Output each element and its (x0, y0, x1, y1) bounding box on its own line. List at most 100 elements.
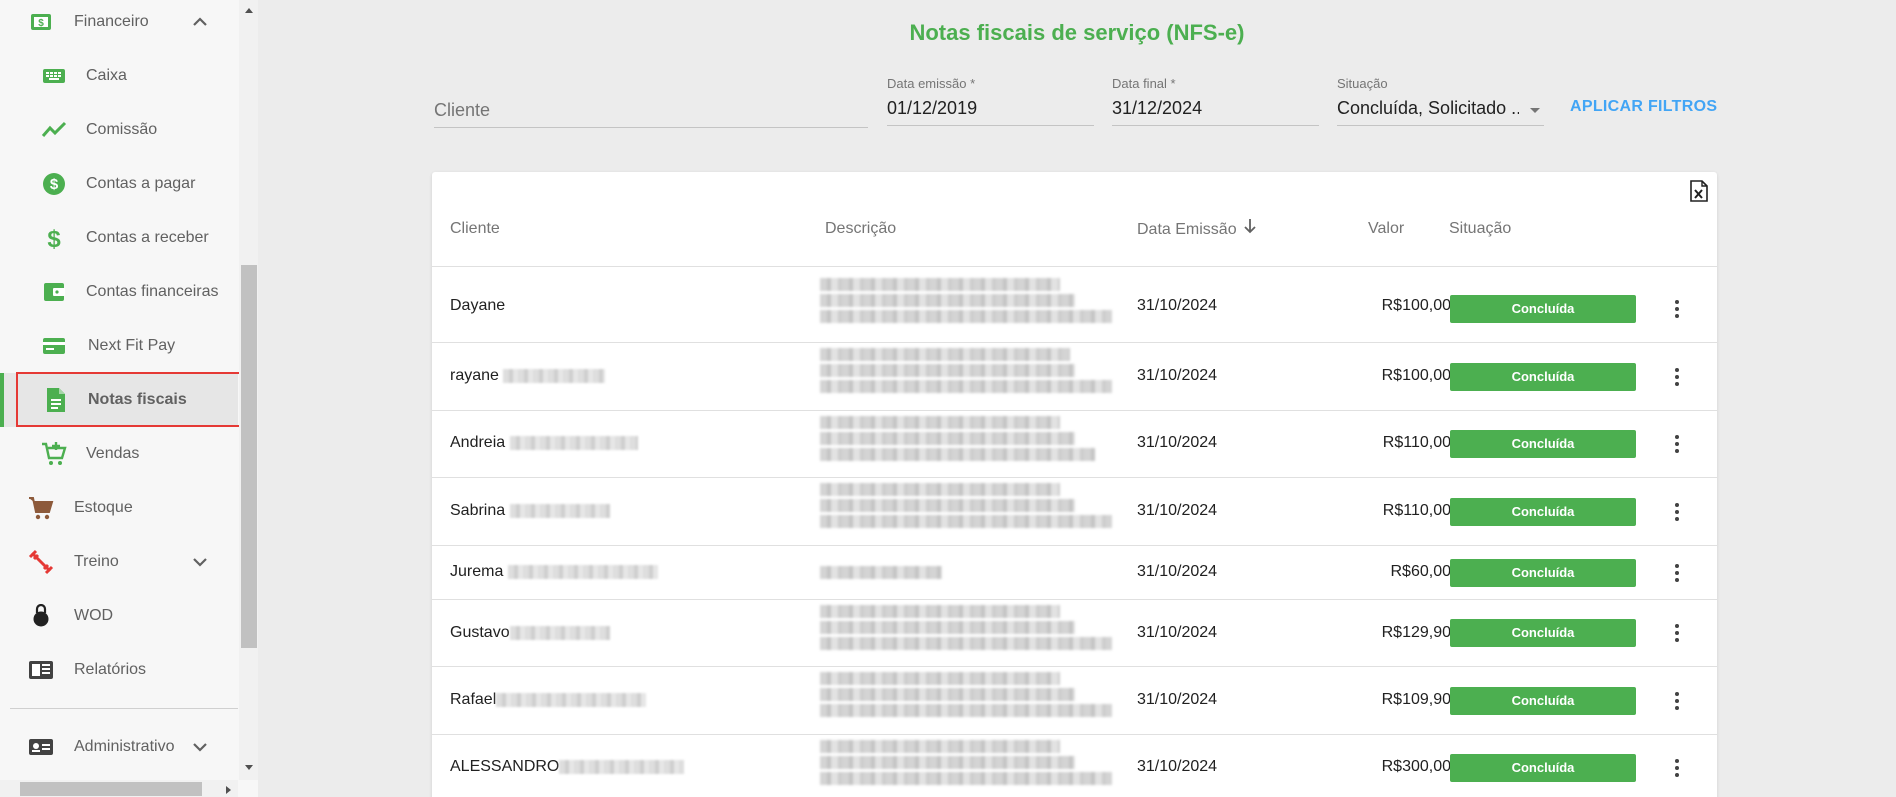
sidebar-menu: $ Financeiro Caixa Comissão $ Contas a p… (0, 0, 238, 780)
scroll-up-arrow-icon[interactable] (242, 4, 256, 16)
chevron-up-icon[interactable] (190, 12, 210, 32)
table-row[interactable]: Rafael 31/10/2024 R$109,90 Concluída (432, 667, 1717, 735)
header-descricao[interactable]: Descrição (825, 220, 896, 238)
wallet-icon (41, 279, 67, 305)
table-row[interactable]: Sabrina 31/10/2024 R$110,00 Concluída (432, 478, 1717, 546)
sidebar-item-contas-a-pagar[interactable]: $ Contas a pagar (0, 157, 238, 211)
data-final-field[interactable]: Data final * 31/12/2024 (1112, 76, 1319, 126)
export-excel-icon[interactable] (1690, 180, 1708, 202)
active-indicator (0, 373, 4, 427)
dumbbell-icon (28, 549, 54, 575)
more-options-icon[interactable] (1671, 298, 1683, 320)
sidebar-item-label: Financeiro (74, 13, 149, 30)
sidebar: $ Financeiro Caixa Comissão $ Contas a p… (0, 0, 258, 797)
chevron-down-icon[interactable] (190, 552, 210, 572)
scroll-right-arrow-icon[interactable] (222, 783, 234, 795)
cart-icon (28, 495, 54, 521)
report-icon (28, 657, 54, 683)
apply-filters-button[interactable]: APLICAR FILTROS (1570, 98, 1717, 116)
more-options-icon[interactable] (1671, 501, 1683, 523)
sidebar-item-label: Contas a receber (86, 229, 209, 246)
table-row[interactable]: Jurema 31/10/2024 R$60,00 Concluída (432, 546, 1717, 600)
data-emissao-value: 01/12/2019 (887, 98, 978, 118)
sidebar-item-financeiro[interactable]: $ Financeiro (0, 0, 238, 49)
data-cell: 31/10/2024 (1137, 691, 1218, 708)
dollar-icon: $ (41, 225, 67, 251)
data-cell: 31/10/2024 (1137, 297, 1218, 314)
header-situacao[interactable]: Situação (1449, 220, 1511, 238)
scroll-down-arrow-icon[interactable] (242, 760, 256, 772)
table-row[interactable]: Dayane 31/10/2024 R$100,00 Concluída (432, 267, 1717, 343)
sidebar-item-relatorios[interactable]: Relatórios (0, 643, 238, 697)
cliente-cell: rayane (450, 367, 606, 385)
cliente-cell: Andreia (450, 434, 638, 452)
more-options-icon[interactable] (1671, 366, 1683, 388)
sidebar-scrollbar-thumb[interactable] (241, 265, 257, 648)
sidebar-item-label: Contas financeiras (86, 283, 219, 300)
sidebar-item-label: WOD (74, 607, 114, 624)
redacted-surname (496, 692, 647, 707)
sidebar-item-label: Estoque (74, 499, 133, 516)
cliente-name: Andreia (450, 434, 506, 451)
sidebar-item-administrativo[interactable]: Administrativo (0, 720, 238, 774)
status-badge: Concluída (1450, 687, 1636, 715)
redacted-surname (509, 435, 638, 450)
table-row[interactable]: Andreia 31/10/2024 R$110,00 Concluída (432, 411, 1717, 478)
cliente-name: Jurema (450, 563, 504, 580)
data-cell: 31/10/2024 (1137, 367, 1218, 384)
sidebar-item-label: Caixa (86, 67, 127, 84)
dollar-circle-icon: $ (41, 171, 67, 197)
more-options-icon[interactable] (1671, 433, 1683, 455)
data-emissao-field[interactable]: Data emissão * 01/12/2019 (887, 76, 1094, 126)
sidebar-item-next-fit-pay[interactable]: Next Fit Pay (0, 319, 238, 373)
data-cell: 31/10/2024 (1137, 502, 1218, 519)
data-cell: 31/10/2024 (1137, 758, 1218, 775)
sidebar-item-vendas[interactable]: Vendas (0, 427, 238, 481)
status-badge: Concluída (1450, 430, 1636, 458)
redacted-surname (509, 625, 610, 640)
cliente-cell: Gustavo (450, 624, 610, 642)
sidebar-item-estoque[interactable]: Estoque (0, 481, 238, 535)
header-cliente[interactable]: Cliente (450, 220, 500, 238)
cliente-cell: Rafael (450, 691, 647, 709)
valor-cell: R$100,00 (1381, 297, 1451, 314)
sidebar-item-contas-a-receber[interactable]: $ Contas a receber (0, 211, 238, 265)
valor-cell: R$110,00 (1382, 434, 1451, 451)
data-emissao-label: Data emissão * (887, 76, 976, 91)
sidebar-item-treino[interactable]: Treino (0, 535, 238, 589)
svg-text:$: $ (38, 18, 44, 29)
status-badge: Concluída (1450, 754, 1636, 782)
status-badge: Concluída (1450, 498, 1636, 526)
header-data-emissao[interactable]: Data Emissão (1137, 221, 1237, 239)
header-valor[interactable]: Valor (1368, 220, 1404, 238)
valor-cell: R$60,00 (1390, 563, 1452, 580)
sidebar-item-contas-financeiras[interactable]: Contas financeiras (0, 265, 238, 319)
table-row[interactable]: Gustavo 31/10/2024 R$129,90 Concluída (432, 600, 1717, 667)
cliente-name: Dayane (450, 297, 506, 314)
redacted-surname (509, 503, 610, 518)
sort-arrow-down-icon[interactable] (1242, 217, 1258, 235)
more-options-icon[interactable] (1671, 622, 1683, 644)
chevron-down-icon[interactable] (190, 737, 210, 757)
status-badge: Concluída (1450, 295, 1636, 323)
situacao-value: Concluída, Solicitado ... (1337, 98, 1519, 118)
sidebar-item-notas-fiscais[interactable]: Notas fiscais (0, 373, 238, 427)
cliente-cell: Dayane (450, 297, 505, 315)
sidebar-hscrollbar-thumb[interactable] (20, 782, 202, 796)
situacao-select[interactable]: Situação Concluída, Solicitado ... (1337, 76, 1544, 126)
descricao-cell-redacted (820, 737, 1115, 788)
more-options-icon[interactable] (1671, 562, 1683, 584)
dropdown-arrow-icon (1530, 108, 1540, 113)
sidebar-item-wod[interactable]: WOD (0, 589, 238, 643)
more-options-icon[interactable] (1671, 690, 1683, 712)
document-icon (43, 387, 69, 413)
table-row[interactable]: rayane 31/10/2024 R$100,00 Concluída (432, 343, 1717, 411)
cliente-placeholder: Cliente (434, 100, 491, 120)
cliente-field[interactable]: Cliente (434, 92, 868, 128)
sidebar-item-comissao[interactable]: Comissão (0, 103, 238, 157)
sidebar-item-caixa[interactable]: Caixa (0, 49, 238, 103)
table-row[interactable]: ALESSANDRO 31/10/2024 R$300,00 Concluída (432, 735, 1717, 797)
cliente-name: ALESSANDRO (450, 758, 560, 775)
more-options-icon[interactable] (1671, 757, 1683, 779)
sidebar-item-label: Treino (74, 553, 119, 570)
